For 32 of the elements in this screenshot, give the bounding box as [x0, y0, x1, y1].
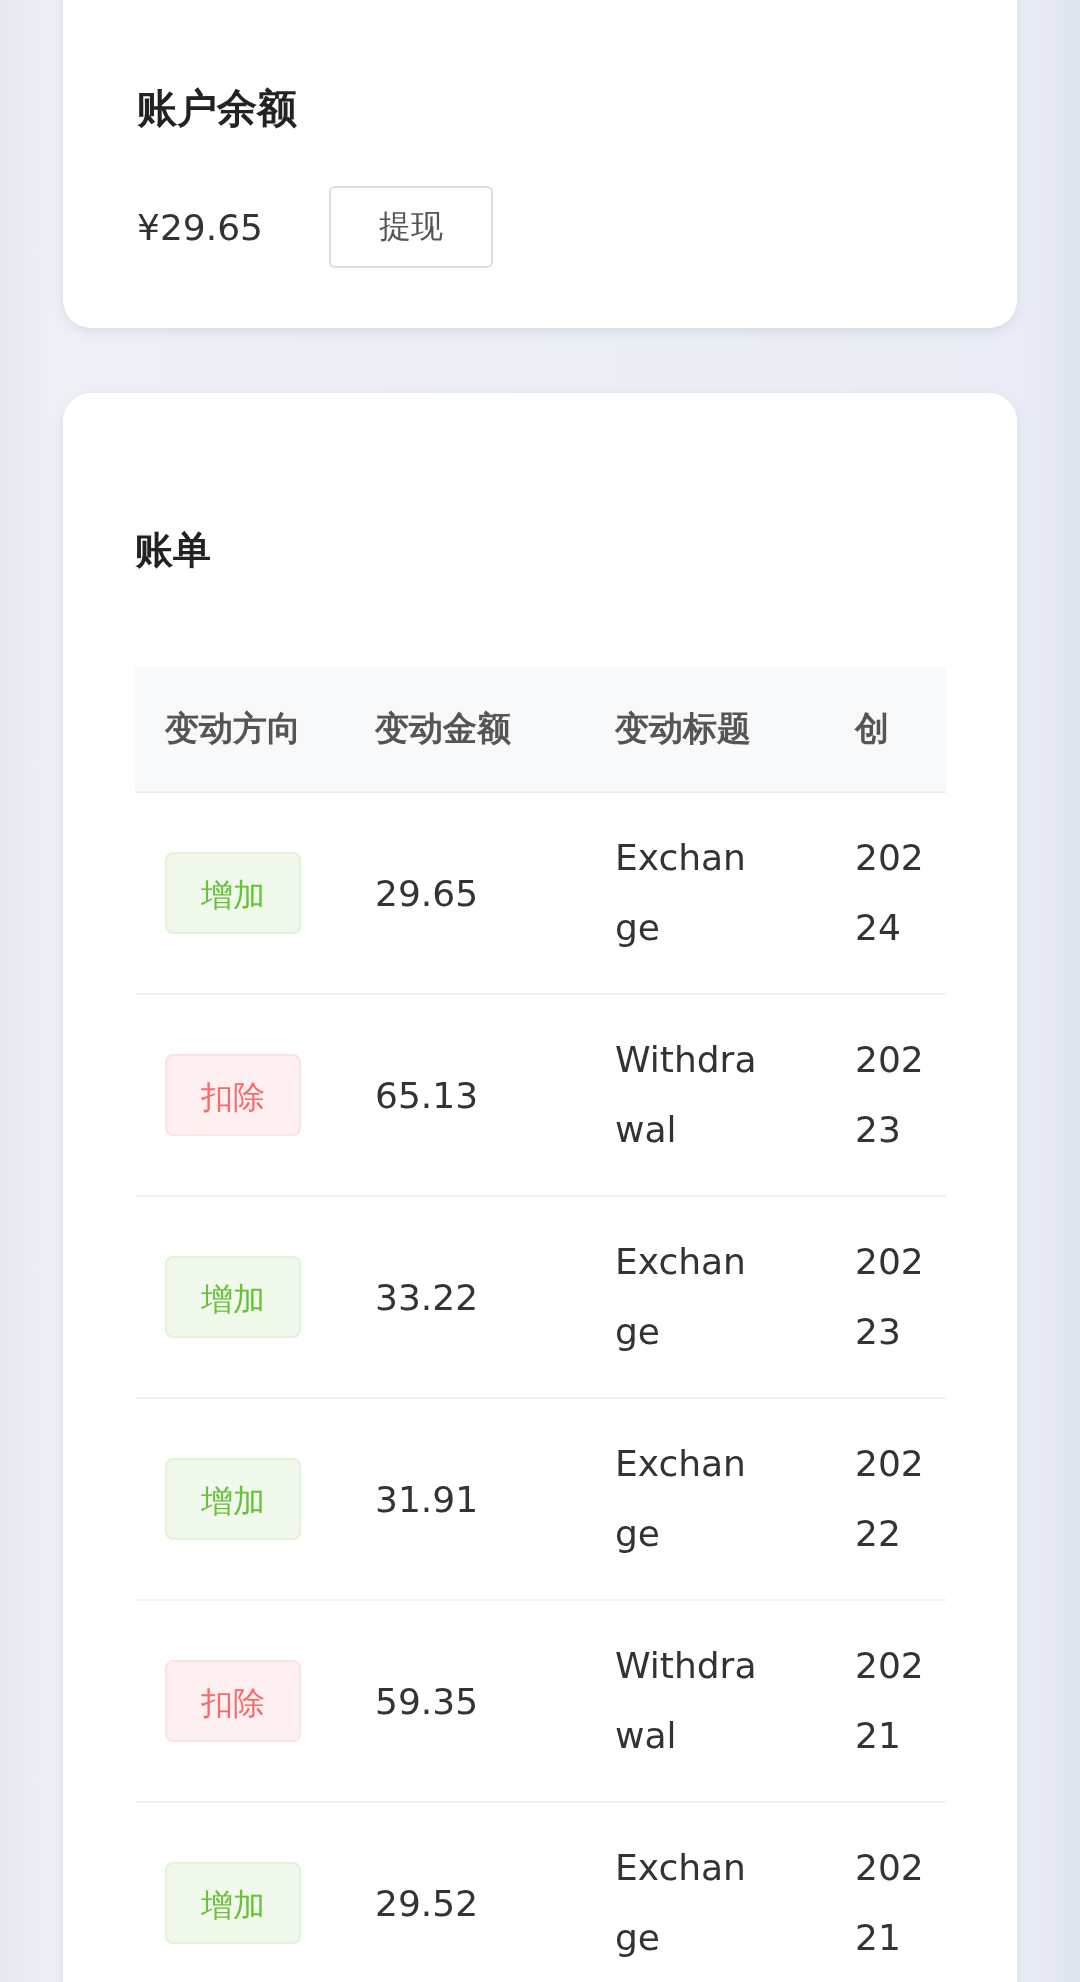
title-cell-text: Withdrawal — [615, 1644, 758, 1758]
direction-tag: 增加 — [165, 1862, 301, 1944]
date-cell-text: 202 23 — [855, 1240, 925, 1354]
amount-cell: 33.22 — [375, 1276, 479, 1318]
title-cell-text: Withdrawal — [615, 1038, 758, 1152]
amount-cell: 59.35 — [375, 1680, 479, 1722]
title-cell-text: Exchange — [615, 1846, 747, 1960]
bill-title: 账单 — [135, 531, 212, 569]
date-cell-text: 202 23 — [855, 1038, 925, 1152]
direction-tag: 增加 — [165, 1458, 301, 1540]
column-header: 创 — [855, 708, 889, 748]
column-header: 变动标题 — [615, 708, 751, 748]
date-cell-text: 202 22 — [855, 1442, 925, 1556]
title-cell-text: Exchange — [615, 1240, 747, 1354]
amount-cell: 29.65 — [375, 872, 479, 914]
column-header: 变动金额 — [375, 708, 511, 748]
amount-cell: 29.52 — [375, 1882, 479, 1924]
title-cell-text: Exchange — [615, 1442, 747, 1556]
date-cell-text: 202 24 — [855, 836, 925, 950]
balance-title: 账户余额 — [137, 88, 298, 128]
direction-tag: 扣除 — [165, 1660, 301, 1742]
balance-amount: ¥29.65 — [137, 206, 264, 248]
date-cell-text: 202 21 — [855, 1644, 925, 1758]
amount-cell: 31.91 — [375, 1478, 479, 1520]
direction-tag: 扣除 — [165, 1054, 301, 1136]
withdraw-button[interactable]: 提现 — [329, 186, 493, 268]
column-header: 变动方向 — [165, 708, 301, 748]
direction-tag: 增加 — [165, 852, 301, 934]
title-cell-text: Exchange — [615, 836, 747, 950]
direction-tag: 增加 — [165, 1256, 301, 1338]
amount-cell: 65.13 — [375, 1074, 479, 1116]
date-cell-text: 202 21 — [855, 1846, 925, 1960]
